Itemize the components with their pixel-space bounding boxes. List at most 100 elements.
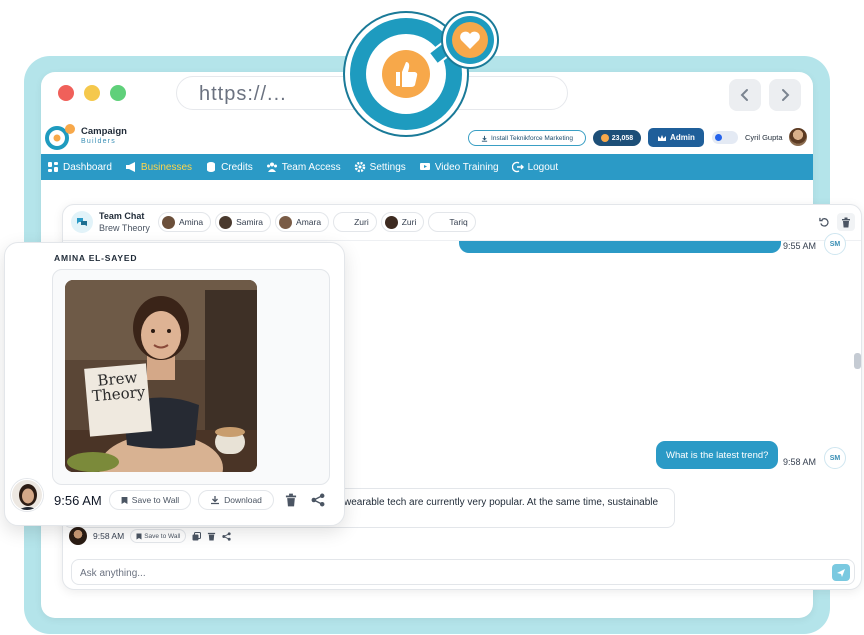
chat-subtitle: Brew Theory — [99, 223, 150, 233]
trash-icon — [842, 217, 850, 227]
generated-photo[interactable]: Brew Theory — [65, 280, 257, 472]
member-avatar — [337, 216, 350, 229]
menu-label: Dashboard — [63, 161, 112, 173]
user-name: Cyril Gupta — [745, 133, 783, 142]
menu-item-businesses[interactable]: Businesses — [125, 161, 192, 173]
save-to-wall-button[interactable]: Save to Wall — [109, 490, 191, 510]
minimize-window-button[interactable] — [84, 85, 100, 101]
credits-count: 23,058 — [611, 134, 634, 142]
chevron-right-icon — [782, 89, 790, 101]
send-icon — [837, 568, 845, 577]
reset-chat-button[interactable] — [815, 213, 833, 231]
menu-label: Logout — [527, 161, 559, 173]
credits-badge[interactable]: 23,058 — [593, 130, 641, 146]
member-name: Samira — [236, 217, 264, 227]
forward-button[interactable] — [769, 79, 801, 111]
member-chip[interactable]: Samira — [215, 212, 272, 232]
bookmark-icon — [136, 533, 142, 539]
user-initials-avatar: SM — [824, 233, 846, 255]
member-avatar — [162, 215, 175, 229]
share-icon[interactable] — [222, 531, 232, 541]
member-chip[interactable]: Tariq — [428, 212, 476, 232]
member-avatar — [432, 216, 445, 229]
user-avatar[interactable] — [789, 128, 807, 146]
menu-item-video-training[interactable]: Video Training — [419, 161, 499, 173]
member-name: Tariq — [449, 217, 468, 227]
refresh-icon — [818, 217, 829, 227]
sender-avatar — [11, 479, 43, 511]
crown-icon — [658, 134, 667, 141]
message-time: 9:56 AM — [54, 493, 102, 508]
save-label: Save to Wall — [131, 495, 180, 505]
message-bubble-user — [459, 241, 781, 253]
menu-label: Settings — [369, 161, 406, 173]
brand-name-line1: Campaign — [81, 126, 127, 137]
menu-item-logout[interactable]: Logout — [511, 161, 559, 173]
member-chip[interactable]: Zuri — [380, 212, 425, 232]
member-avatar — [279, 215, 293, 229]
download-label: Download — [224, 495, 262, 505]
menu-item-dashboard[interactable]: Dashboard — [47, 161, 112, 173]
download-button[interactable]: Download — [198, 490, 274, 510]
trash-icon[interactable] — [284, 493, 298, 507]
download-icon — [211, 496, 220, 505]
image-frame: Brew Theory — [52, 269, 330, 485]
member-name: Amara — [296, 217, 322, 227]
member-chip[interactable]: Amina — [158, 212, 212, 232]
bookmark-icon — [121, 496, 128, 504]
team-icon — [266, 162, 277, 172]
member-avatar — [384, 215, 398, 229]
menu-label: Video Training — [434, 161, 499, 173]
brand-name-line2: Builders — [81, 138, 116, 145]
chat-scrollbar[interactable] — [854, 353, 861, 369]
copy-icon[interactable] — [192, 531, 202, 541]
menu-item-credits[interactable]: Credits — [205, 161, 253, 173]
menu-label: Businesses — [140, 161, 193, 173]
trash-icon[interactable] — [207, 531, 216, 541]
member-chip[interactable]: Amara — [275, 212, 330, 232]
gear-icon — [354, 161, 365, 173]
message-text: wearable tech are currently very popular… — [344, 497, 659, 508]
brand-mark-icon — [45, 124, 75, 150]
menu-item-team-access[interactable]: Team Access — [266, 161, 341, 173]
theme-toggle[interactable] — [712, 131, 738, 144]
toggle-knob — [715, 134, 722, 141]
ai-message-actions: 9:58 AM Save to Wall — [69, 527, 232, 545]
chevron-left-icon — [740, 89, 748, 101]
message-text: What is the latest trend? — [666, 449, 769, 461]
chat-input[interactable] — [80, 564, 820, 582]
menu-label: Credits — [221, 161, 253, 173]
megaphone-icon — [125, 162, 135, 172]
message-time: 9:55 AM — [783, 241, 817, 251]
member-avatar — [219, 215, 233, 229]
sender-name: AMINA EL-SAYED — [54, 253, 138, 263]
brand-logo[interactable]: Campaign Builders — [45, 122, 127, 152]
member-list: Amina Samira Amara Zuri Zuri Tariq — [158, 212, 476, 232]
coins-icon — [207, 162, 216, 172]
logout-icon — [511, 161, 524, 173]
share-icon[interactable] — [311, 493, 325, 507]
close-window-button[interactable] — [58, 85, 74, 101]
delete-chat-button[interactable] — [837, 213, 855, 231]
member-chip[interactable]: Zuri — [333, 212, 377, 232]
chat-input-bar — [71, 559, 855, 585]
campaign-builders-emblem — [343, 11, 499, 137]
maximize-window-button[interactable] — [110, 85, 126, 101]
coin-icon — [600, 134, 609, 142]
video-icon — [419, 163, 430, 170]
message-time: 9:58 AM — [783, 457, 817, 467]
chat-bubbles-icon — [71, 211, 93, 233]
back-button[interactable] — [729, 79, 761, 111]
message-time: 9:58 AM — [93, 531, 125, 541]
save-to-wall-button[interactable]: Save to Wall — [130, 529, 187, 543]
ai-avatar — [69, 527, 87, 545]
url-text: https://... — [199, 83, 287, 105]
image-message-card: AMINA EL-SAYED Brew Theory 9:56 AM Save … — [4, 242, 345, 526]
menu-item-settings[interactable]: Settings — [354, 161, 406, 173]
sign-text: Brew Theory — [88, 368, 148, 405]
send-button[interactable] — [832, 564, 850, 581]
save-label: Save to Wall — [144, 532, 181, 540]
user-initials-avatar: SM — [824, 447, 846, 469]
admin-button[interactable]: Admin — [648, 128, 704, 147]
menu-label: Team Access — [281, 161, 341, 173]
